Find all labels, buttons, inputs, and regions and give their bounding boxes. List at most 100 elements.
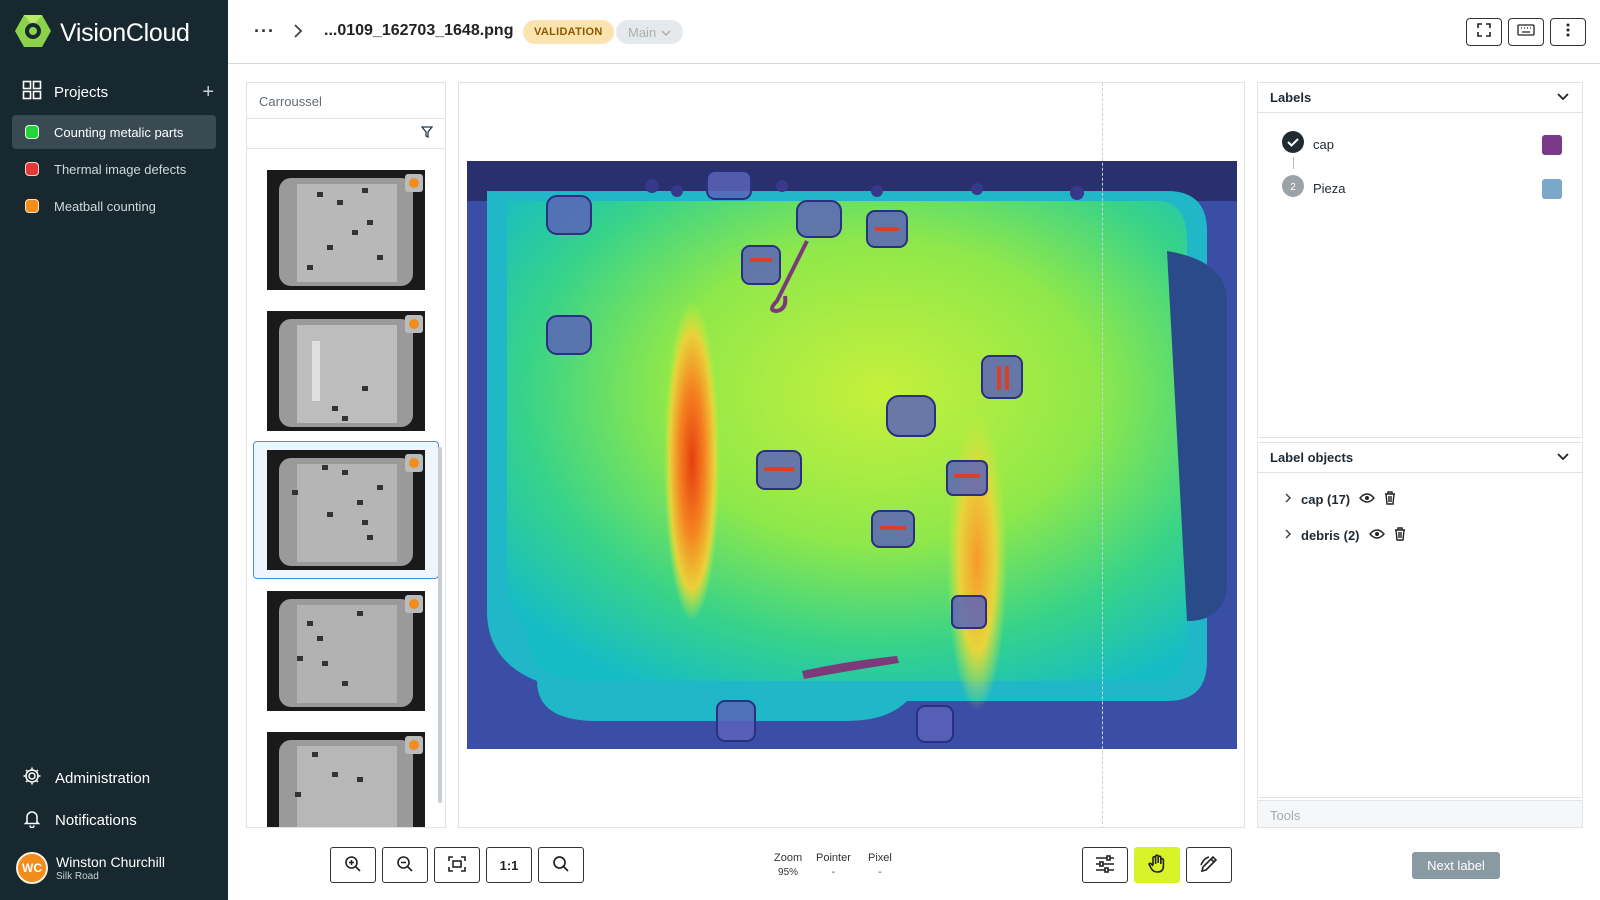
branch-value: Main (628, 24, 657, 40)
more-options-button[interactable] (1550, 18, 1586, 46)
label-name: cap (1313, 137, 1334, 152)
actual-size-button[interactable]: 1:1 (486, 847, 532, 883)
thumbnail-image (267, 170, 425, 290)
project-name: Counting metalic parts (54, 124, 184, 140)
fullscreen-icon (1477, 22, 1491, 42)
label-object-group-cap[interactable]: cap (17) (1284, 491, 1396, 508)
chevron-right-icon[interactable] (1284, 528, 1292, 543)
search-icon (552, 855, 570, 876)
label-color-swatch[interactable] (1542, 178, 1562, 199)
eye-icon[interactable] (1359, 492, 1376, 507)
annotated-badge-icon (405, 174, 423, 192)
gear-icon (22, 766, 42, 790)
avatar: WC (16, 852, 48, 884)
nav-notifications[interactable]: Notifications (22, 808, 137, 832)
nav-administration[interactable]: Administration (22, 766, 150, 790)
pointer-value: - (831, 867, 836, 878)
thumbnail-image (267, 450, 425, 570)
carousel-thumbnail[interactable] (253, 161, 439, 299)
status-badge: VALIDATION (523, 20, 614, 44)
annotated-badge-icon (405, 595, 423, 613)
search-button[interactable] (538, 847, 584, 883)
image-canvas[interactable] (458, 82, 1245, 828)
file-name: ...0109_162703_1648.png (324, 22, 514, 39)
carousel-thumbnail[interactable] (253, 302, 439, 440)
chevron-down-icon[interactable] (1556, 450, 1570, 465)
keyboard-shortcuts-button[interactable] (1508, 18, 1544, 46)
project-item-counting-metalic-parts[interactable]: Counting metalic parts (12, 115, 216, 149)
eye-icon[interactable] (1368, 528, 1385, 543)
brand[interactable]: VisionCloud (14, 14, 190, 53)
user-profile[interactable]: WC Winston Churchill Silk Road (16, 852, 165, 884)
fit-screen-icon (448, 855, 466, 875)
thumbnail-image (267, 311, 425, 431)
thermal-image (467, 161, 1237, 749)
branch-select[interactable]: Main (616, 20, 684, 44)
svg-text:2: 2 (1290, 182, 1296, 193)
draw-tool-button[interactable] (1186, 847, 1232, 883)
label-item-pieza[interactable]: 2 Pieza (1282, 175, 1562, 202)
carousel-thumbnail[interactable] (253, 582, 439, 720)
nav-projects-label: Projects (54, 83, 109, 101)
next-label-button[interactable]: Next label (1412, 852, 1500, 879)
chevron-right-icon (292, 23, 304, 44)
tools-panel-header[interactable]: Tools (1257, 800, 1583, 828)
thumbnail-image (267, 591, 425, 711)
zoom-in-icon (344, 855, 362, 876)
crosshair-guide (1102, 83, 1103, 827)
carousel-scrollbar[interactable] (438, 447, 442, 803)
filter-icon[interactable] (420, 125, 434, 143)
carousel-thumbnail[interactable] (253, 723, 439, 827)
pan-tool-button[interactable] (1134, 847, 1180, 883)
sidebar: VisionCloud Projects + Counting metalic … (0, 0, 228, 900)
projects-grid-icon (22, 80, 42, 105)
zoom-out-icon (396, 855, 414, 876)
check-circle-icon (1282, 131, 1304, 158)
label-object-group-debris[interactable]: debris (2) (1284, 527, 1406, 544)
pixel-value: - (878, 867, 882, 878)
label-objects-panel-header[interactable]: Label objects (1258, 443, 1582, 473)
chevron-right-icon[interactable] (1284, 492, 1292, 507)
sliders-icon (1095, 854, 1115, 876)
pixel-label: Pixel (868, 852, 892, 864)
more-horizontal-icon[interactable]: ··· (254, 22, 275, 40)
fit-to-screen-button[interactable] (434, 847, 480, 883)
label-item-cap[interactable]: cap (1282, 131, 1562, 158)
nav-projects[interactable]: Projects + (22, 80, 214, 104)
labels-panel: Labels cap 2 Pieza (1257, 82, 1583, 438)
project-item-meatball-counting[interactable]: Meatball counting (12, 189, 216, 223)
label-color-swatch[interactable] (1542, 134, 1562, 155)
zoom-value: 95% (778, 867, 799, 878)
thumbnail-image (267, 732, 425, 827)
image-adjustments-button[interactable] (1082, 847, 1128, 883)
app-name: VisionCloud (60, 19, 190, 47)
chevron-down-icon[interactable] (1556, 90, 1570, 105)
project-color-dot (25, 125, 39, 139)
zoom-in-button[interactable] (330, 847, 376, 883)
zoom-label: Zoom (774, 852, 803, 864)
visioncloud-logo-icon (14, 14, 52, 53)
add-project-icon[interactable]: + (202, 82, 214, 102)
labels-panel-header[interactable]: Labels (1258, 83, 1582, 113)
more-vertical-icon (1566, 23, 1570, 42)
nav-administration-label: Administration (55, 769, 151, 787)
carousel-filter-bar (247, 119, 445, 149)
trash-icon[interactable] (1384, 491, 1396, 508)
pencil-icon (1199, 854, 1219, 877)
label-object-name: cap (17) (1301, 492, 1351, 507)
carousel-panel: Carroussel (246, 82, 446, 828)
carousel-thumbnail-selected[interactable] (253, 441, 439, 579)
fullscreen-button[interactable] (1466, 18, 1502, 46)
project-name: Thermal image defects (54, 161, 187, 177)
zoom-out-button[interactable] (382, 847, 428, 883)
label-objects-panel-title: Label objects (1270, 450, 1354, 465)
pointer-readout: Pointer - (816, 852, 851, 878)
hand-icon (1147, 853, 1167, 877)
annotated-badge-icon (405, 736, 423, 754)
trash-icon[interactable] (1394, 527, 1406, 544)
label-object-name: debris (2) (1301, 528, 1360, 543)
project-item-thermal-image-defects[interactable]: Thermal image defects (12, 152, 216, 186)
keyboard-icon (1517, 23, 1535, 41)
carousel-title: Carroussel (247, 83, 445, 119)
label-objects-panel: Label objects cap (17) debris (2) (1257, 442, 1583, 798)
